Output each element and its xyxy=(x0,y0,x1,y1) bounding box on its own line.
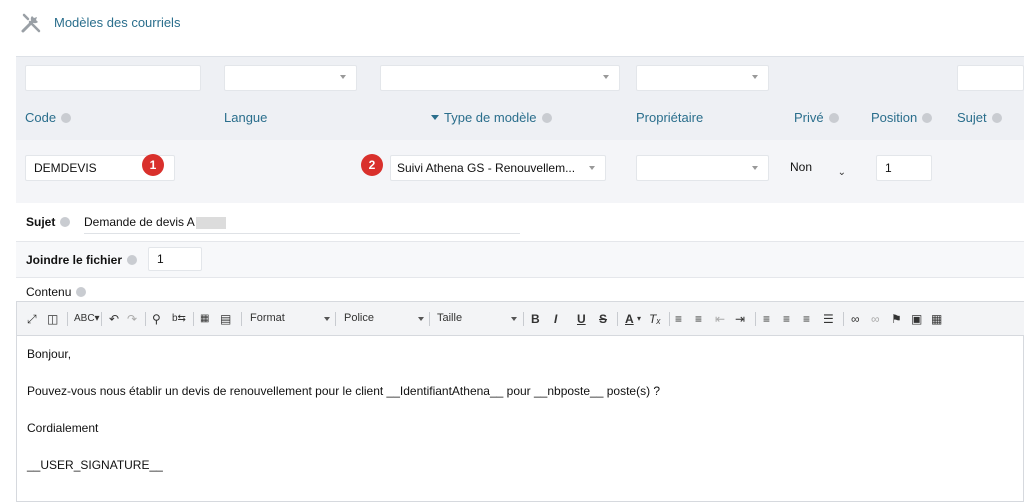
info-icon xyxy=(541,112,552,123)
source-icon[interactable]: ▦ xyxy=(200,311,209,327)
page-header: Modèles des courriels xyxy=(0,0,1024,46)
info-icon xyxy=(991,112,1002,123)
italic-button[interactable]: I xyxy=(554,311,557,327)
taille-dropdown[interactable]: Taille xyxy=(437,312,517,324)
indent-icon[interactable]: ⇥ xyxy=(735,311,745,327)
filter-sujet-input[interactable] xyxy=(957,65,1024,91)
chevron-down-icon: ▾ xyxy=(637,314,642,323)
anchor-flag-icon[interactable]: ⚑ xyxy=(891,311,902,327)
bold-button[interactable]: B xyxy=(531,311,540,327)
joindre-row: Joindre le fichier 1 xyxy=(16,242,1024,278)
column-header-type-modele[interactable]: Type de modèle xyxy=(431,110,552,125)
tools-icon xyxy=(21,13,41,33)
redo-icon[interactable]: ↷ xyxy=(127,311,137,327)
table-icon[interactable]: ▦ xyxy=(931,311,942,327)
position-input[interactable]: 1 xyxy=(876,155,932,181)
joindre-label: Joindre le fichier xyxy=(26,253,138,267)
sujet-input[interactable]: Demande de devis A xyxy=(84,215,520,234)
proprietaire-select[interactable] xyxy=(636,155,769,181)
prive-select[interactable]: Non ⌄ xyxy=(784,155,854,181)
filter-type-select[interactable] xyxy=(380,65,620,91)
info-icon xyxy=(76,287,87,297)
info-icon xyxy=(61,112,72,123)
police-dropdown[interactable]: Police xyxy=(344,312,424,324)
align-right-icon[interactable]: ≡ xyxy=(803,311,810,327)
sort-desc-icon xyxy=(431,115,439,120)
table-row: DEMDEVIS Suivi Athena GS - Renouvellem..… xyxy=(16,140,1024,203)
info-icon xyxy=(828,112,839,123)
bullet-list-icon[interactable]: ≡ xyxy=(695,311,702,327)
type-modele-select[interactable]: Suivi Athena GS - Renouvellem... xyxy=(390,155,606,181)
image-icon[interactable]: ▣ xyxy=(911,311,922,327)
grid: Code Langue Type de modèle Propriétaire … xyxy=(16,56,1024,203)
justify-icon[interactable]: ☰ xyxy=(823,311,834,327)
contenu-label: Contenu xyxy=(26,285,87,299)
filter-langue-select[interactable] xyxy=(224,65,357,91)
editor-content[interactable]: Bonjour, Pouvez-vous nous établir un dev… xyxy=(27,346,1013,494)
joindre-input[interactable]: 1 xyxy=(148,247,202,271)
outdent-icon[interactable]: ⇤ xyxy=(715,311,725,327)
filter-code-input[interactable] xyxy=(25,65,201,91)
rich-text-editor[interactable]: ⤢ ◫ ABC▾ ↶ ↷ ⚲ b⇆ ▦ ▤ Format Police Tail… xyxy=(16,301,1024,502)
numbered-list-icon[interactable]: ≡ xyxy=(675,311,682,327)
preview-icon[interactable]: ◫ xyxy=(47,311,58,327)
spellcheck-icon[interactable]: ABC▾ xyxy=(74,311,100,327)
sujet-row: Sujet Demande de devis A xyxy=(16,206,1024,242)
sujet-label: Sujet xyxy=(26,215,71,229)
blurred-text xyxy=(195,216,226,229)
editor-toolbar: ⤢ ◫ ABC▾ ↶ ↷ ⚲ b⇆ ▦ ▤ Format Police Tail… xyxy=(17,302,1024,336)
template-icon[interactable]: ▤ xyxy=(220,311,231,327)
chevron-down-icon: ⌄ xyxy=(837,167,846,178)
annotation-badge: 1 xyxy=(142,154,164,176)
underline-button[interactable]: U xyxy=(577,311,586,327)
column-header-langue[interactable]: Langue xyxy=(224,110,267,125)
format-dropdown[interactable]: Format xyxy=(250,312,330,324)
column-header-sujet[interactable]: Sujet xyxy=(957,110,1002,125)
content-line: Pouvez-vous nous établir un devis de ren… xyxy=(27,384,661,398)
replace-icon[interactable]: b⇆ xyxy=(172,311,186,327)
info-icon xyxy=(127,255,138,265)
column-header-prive[interactable]: Privé xyxy=(794,110,839,125)
info-icon xyxy=(60,217,71,227)
align-left-icon[interactable]: ≡ xyxy=(763,311,770,327)
filter-proprietaire-select[interactable] xyxy=(636,65,769,91)
strike-button[interactable]: S xyxy=(599,311,607,327)
page-title: Modèles des courriels xyxy=(54,15,181,30)
column-header-position[interactable]: Position xyxy=(871,110,933,125)
column-header-code[interactable]: Code xyxy=(25,110,72,125)
align-center-icon[interactable]: ≡ xyxy=(783,311,790,327)
link-icon[interactable]: ∞ xyxy=(851,311,860,327)
undo-icon[interactable]: ↶ xyxy=(109,311,119,327)
text-color-button[interactable]: A xyxy=(625,311,634,327)
unlink-icon[interactable]: ∞ xyxy=(871,311,880,327)
maximize-icon[interactable]: ⤢ xyxy=(27,311,37,327)
column-header-proprietaire[interactable]: Propriétaire xyxy=(636,110,703,125)
find-icon[interactable]: ⚲ xyxy=(152,311,161,327)
content-line: Bonjour, xyxy=(27,347,72,361)
remove-format-icon[interactable]: Tₓ xyxy=(649,311,661,327)
content-line: Cordialement xyxy=(27,421,99,435)
annotation-badge: 2 xyxy=(361,154,383,176)
info-icon xyxy=(922,112,933,123)
content-line: __USER_SIGNATURE__ xyxy=(27,458,163,472)
